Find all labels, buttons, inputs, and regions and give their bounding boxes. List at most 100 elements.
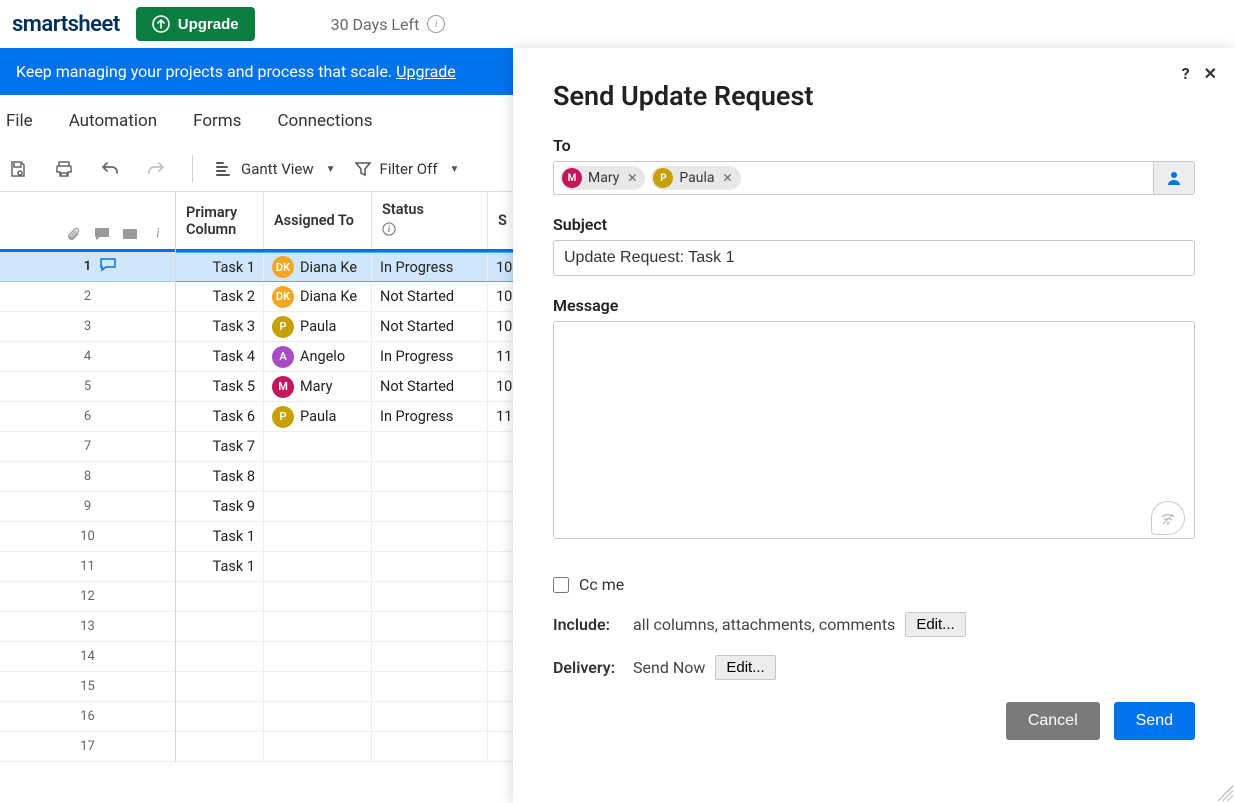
cell-primary[interactable]: Task 9 xyxy=(176,492,264,521)
row-number[interactable]: 9 xyxy=(0,492,175,522)
close-icon[interactable]: ✕ xyxy=(1204,64,1217,83)
cell-primary[interactable] xyxy=(176,612,264,641)
cell-status[interactable] xyxy=(372,552,488,581)
cell-assigned[interactable]: PPaula xyxy=(264,402,372,431)
view-selector[interactable]: Gantt View ▼ xyxy=(215,160,336,178)
row-number[interactable]: 14 xyxy=(0,642,175,672)
row-number[interactable]: 5 xyxy=(0,372,175,402)
row-number[interactable]: 2 xyxy=(0,282,175,312)
include-edit-button[interactable]: Edit... xyxy=(905,612,965,637)
contact-picker-button[interactable] xyxy=(1153,161,1195,195)
cell-status[interactable] xyxy=(372,702,488,731)
cell-assigned[interactable] xyxy=(264,612,372,641)
row-number[interactable]: 3 xyxy=(0,312,175,342)
cell-status[interactable] xyxy=(372,612,488,641)
row-number[interactable]: 4 xyxy=(0,342,175,372)
row-info-icon[interactable]: i xyxy=(149,225,167,243)
cell-status[interactable] xyxy=(372,522,488,551)
cell-primary[interactable]: Task 7 xyxy=(176,432,264,461)
cell-primary[interactable]: Task 6 xyxy=(176,402,264,431)
cell-status[interactable] xyxy=(372,672,488,701)
menu-forms[interactable]: Forms xyxy=(193,111,241,131)
cell-assigned[interactable]: PPaula xyxy=(264,312,372,341)
print-icon[interactable] xyxy=(50,155,78,183)
cell-status[interactable] xyxy=(372,642,488,671)
cell-assigned[interactable] xyxy=(264,432,372,461)
row-number[interactable]: 13 xyxy=(0,612,175,642)
help-icon[interactable]: ? xyxy=(1182,64,1190,83)
cell-primary[interactable] xyxy=(176,702,264,731)
cell-primary[interactable]: Task 1 xyxy=(176,552,264,581)
menu-automation[interactable]: Automation xyxy=(69,111,157,131)
cell-status[interactable]: Not Started xyxy=(372,282,488,311)
row-number[interactable]: 16 xyxy=(0,702,175,732)
menu-connections[interactable]: Connections xyxy=(277,111,372,131)
cell-primary[interactable]: Task 1 xyxy=(176,253,264,281)
subject-input[interactable] xyxy=(553,240,1195,276)
to-field[interactable]: MMary✕PPaula✕ xyxy=(553,161,1153,195)
cell-status[interactable]: In Progress xyxy=(372,342,488,371)
resize-handle[interactable] xyxy=(1217,785,1233,801)
proof-icon[interactable] xyxy=(121,225,139,243)
cell-primary[interactable]: Task 3 xyxy=(176,312,264,341)
cell-assigned[interactable]: DKDiana Ke xyxy=(264,253,372,281)
cell-primary[interactable] xyxy=(176,582,264,611)
cc-me-checkbox[interactable] xyxy=(553,577,569,593)
info-icon[interactable]: i xyxy=(382,222,396,240)
cell-assigned[interactable]: AAngelo xyxy=(264,342,372,371)
cell-primary[interactable]: Task 8 xyxy=(176,462,264,491)
cell-primary[interactable] xyxy=(176,642,264,671)
cell-primary[interactable]: Task 2 xyxy=(176,282,264,311)
cell-assigned[interactable] xyxy=(264,522,372,551)
cell-primary[interactable]: Task 1 xyxy=(176,522,264,551)
cc-me-row[interactable]: Cc me xyxy=(553,575,1195,594)
row-number[interactable]: 17 xyxy=(0,732,175,762)
remove-recipient-icon[interactable]: ✕ xyxy=(627,171,637,185)
undo-icon[interactable] xyxy=(96,155,124,183)
remove-recipient-icon[interactable]: ✕ xyxy=(723,171,733,185)
row-number[interactable]: 11 xyxy=(0,552,175,582)
column-primary[interactable]: Primary Column xyxy=(176,192,264,249)
cell-status[interactable]: Not Started xyxy=(372,312,488,341)
cell-assigned[interactable] xyxy=(264,552,372,581)
cell-assigned[interactable]: MMary xyxy=(264,372,372,401)
cell-status[interactable]: In Progress xyxy=(372,402,488,431)
row-number[interactable]: 12 xyxy=(0,582,175,612)
cell-assigned[interactable] xyxy=(264,492,372,521)
recipient-chip[interactable]: PPaula✕ xyxy=(651,166,740,190)
cell-status[interactable] xyxy=(372,732,488,761)
cancel-button[interactable]: Cancel xyxy=(1006,702,1100,740)
row-number[interactable]: 7 xyxy=(0,432,175,462)
delivery-edit-button[interactable]: Edit... xyxy=(715,655,775,680)
cell-assigned[interactable] xyxy=(264,702,372,731)
cell-assigned[interactable] xyxy=(264,732,372,761)
row-number[interactable]: 1 xyxy=(0,252,175,282)
cell-primary[interactable] xyxy=(176,732,264,761)
cell-assigned[interactable] xyxy=(264,462,372,491)
menu-file[interactable]: File xyxy=(6,111,33,131)
column-assigned[interactable]: Assigned To xyxy=(264,192,372,249)
cell-status[interactable] xyxy=(372,492,488,521)
recipient-chip[interactable]: MMary✕ xyxy=(560,166,645,190)
cell-status[interactable]: In Progress xyxy=(372,253,488,281)
cell-assigned[interactable] xyxy=(264,582,372,611)
cell-assigned[interactable]: DKDiana Ke xyxy=(264,282,372,311)
cell-primary[interactable] xyxy=(176,672,264,701)
comment-indicator-icon[interactable] xyxy=(100,258,116,276)
cell-status[interactable]: Not Started xyxy=(372,372,488,401)
comment-icon[interactable] xyxy=(93,225,111,243)
cell-primary[interactable]: Task 5 xyxy=(176,372,264,401)
row-number[interactable]: 8 xyxy=(0,462,175,492)
column-status[interactable]: Status i xyxy=(372,192,488,249)
filter-selector[interactable]: Filter Off ▼ xyxy=(354,160,460,178)
cell-status[interactable] xyxy=(372,462,488,491)
message-textarea[interactable] xyxy=(553,321,1195,539)
row-number[interactable]: 6 xyxy=(0,402,175,432)
upgrade-button[interactable]: Upgrade xyxy=(136,7,255,41)
attachment-icon[interactable] xyxy=(65,225,83,243)
save-icon[interactable] xyxy=(4,155,32,183)
banner-upgrade-link[interactable]: Upgrade xyxy=(396,62,456,81)
row-number[interactable]: 15 xyxy=(0,672,175,702)
send-button[interactable]: Send xyxy=(1114,702,1195,740)
cell-assigned[interactable] xyxy=(264,672,372,701)
